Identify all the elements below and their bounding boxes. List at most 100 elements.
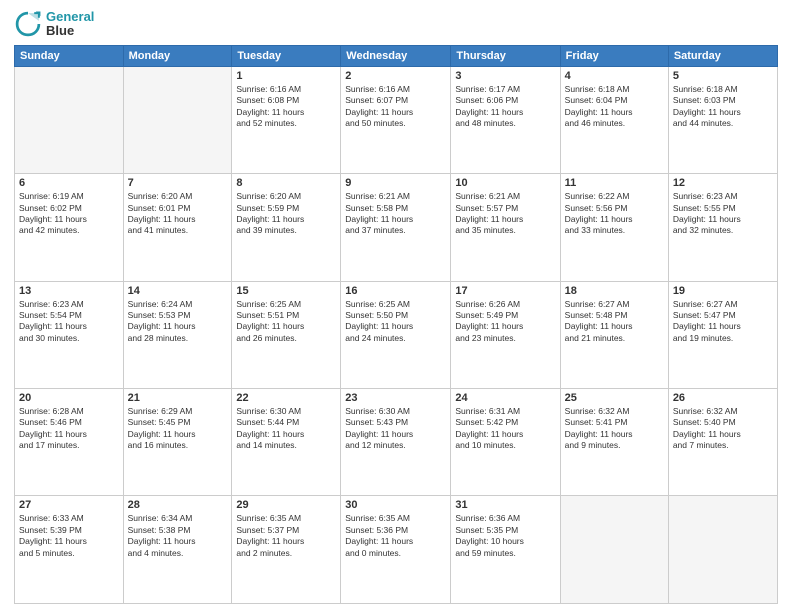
week-row-5: 27 Sunrise: 6:33 AM Sunset: 5:39 PM Dayli… — [15, 496, 778, 604]
day-number: 28 — [128, 499, 228, 511]
calendar-cell: 27 Sunrise: 6:33 AM Sunset: 5:39 PM Dayli… — [15, 496, 124, 604]
day-info: Sunrise: 6:25 AM Sunset: 5:51 PM Dayligh… — [236, 299, 336, 345]
calendar-cell — [668, 496, 777, 604]
calendar-cell: 16Sunrise: 6:25 AM Sunset: 5:50 PM Dayli… — [341, 281, 451, 388]
week-row-4: 20 Sunrise: 6:28 AM Sunset: 5:46 PM Dayli… — [15, 389, 778, 496]
calendar-cell: 5 Sunrise: 6:18 AM Sunset: 6:03 PM Daylig… — [668, 66, 777, 173]
day-number: 10 — [455, 177, 555, 189]
day-info: Sunrise: 6:17 AM Sunset: 6:06 PM Dayligh… — [455, 84, 555, 130]
day-info: Sunrise: 6:29 AM Sunset: 5:45 PM Dayligh… — [128, 406, 228, 452]
day-info: Sunrise: 6:20 AM Sunset: 6:01 PM Dayligh… — [128, 191, 228, 237]
day-number: 20 — [19, 392, 119, 404]
calendar-cell: 12 Sunrise: 6:23 AM Sunset: 5:55 PM Dayli… — [668, 174, 777, 281]
day-number: 4 — [565, 70, 664, 82]
calendar-cell: 25 Sunrise: 6:32 AM Sunset: 5:41 PM Dayli… — [560, 389, 668, 496]
day-number: 17 — [455, 285, 555, 297]
weekday-header-row: SundayMondayTuesdayWednesdayThursdayFrid… — [15, 45, 778, 66]
day-info: Sunrise: 6:22 AM Sunset: 5:56 PM Dayligh… — [565, 191, 664, 237]
day-number: 14 — [128, 285, 228, 297]
calendar-cell: 23 Sunrise: 6:30 AM Sunset: 5:43 PM Dayli… — [341, 389, 451, 496]
day-info: Sunrise: 6:18 AM Sunset: 6:03 PM Dayligh… — [673, 84, 773, 130]
day-info: Sunrise: 6:23 AM Sunset: 5:55 PM Dayligh… — [673, 191, 773, 237]
calendar-cell: 1 Sunrise: 6:16 AM Sunset: 6:08 PM Daylig… — [232, 66, 341, 173]
weekday-header-saturday: Saturday — [668, 45, 777, 66]
day-info: Sunrise: 6:30 AM Sunset: 5:43 PM Dayligh… — [345, 406, 446, 452]
weekday-header-thursday: Thursday — [451, 45, 560, 66]
calendar-cell: 22 Sunrise: 6:30 AM Sunset: 5:44 PM Dayli… — [232, 389, 341, 496]
day-number: 3 — [455, 70, 555, 82]
day-number: 12 — [673, 177, 773, 189]
day-info: Sunrise: 6:32 AM Sunset: 5:40 PM Dayligh… — [673, 406, 773, 452]
week-row-2: 6Sunrise: 6:19 AM Sunset: 6:02 PM Daylig… — [15, 174, 778, 281]
calendar-cell: 26 Sunrise: 6:32 AM Sunset: 5:40 PM Dayli… — [668, 389, 777, 496]
calendar-cell — [15, 66, 124, 173]
calendar-cell: 3 Sunrise: 6:17 AM Sunset: 6:06 PM Daylig… — [451, 66, 560, 173]
day-info: Sunrise: 6:36 AM Sunset: 5:35 PM Dayligh… — [455, 513, 555, 559]
day-info: Sunrise: 6:19 AM Sunset: 6:02 PM Dayligh… — [19, 191, 119, 237]
day-number: 19 — [673, 285, 773, 297]
calendar-cell: 14 Sunrise: 6:24 AM Sunset: 5:53 PM Dayli… — [123, 281, 232, 388]
page: General Blue SundayMondayTuesdayWednesda… — [0, 0, 792, 612]
week-row-3: 13 Sunrise: 6:23 AM Sunset: 5:54 PM Dayli… — [15, 281, 778, 388]
day-number: 27 — [19, 499, 119, 511]
day-info: Sunrise: 6:32 AM Sunset: 5:41 PM Dayligh… — [565, 406, 664, 452]
day-info: Sunrise: 6:21 AM Sunset: 5:58 PM Dayligh… — [345, 191, 446, 237]
day-info: Sunrise: 6:28 AM Sunset: 5:46 PM Dayligh… — [19, 406, 119, 452]
calendar-cell: 10 Sunrise: 6:21 AM Sunset: 5:57 PM Dayli… — [451, 174, 560, 281]
calendar-cell: 9 Sunrise: 6:21 AM Sunset: 5:58 PM Daylig… — [341, 174, 451, 281]
weekday-header-tuesday: Tuesday — [232, 45, 341, 66]
day-number: 11 — [565, 177, 664, 189]
calendar-cell: 20 Sunrise: 6:28 AM Sunset: 5:46 PM Dayli… — [15, 389, 124, 496]
calendar-cell: 15 Sunrise: 6:25 AM Sunset: 5:51 PM Dayli… — [232, 281, 341, 388]
calendar-cell: 11 Sunrise: 6:22 AM Sunset: 5:56 PM Dayli… — [560, 174, 668, 281]
logo-text: General Blue — [46, 10, 94, 39]
day-number: 26 — [673, 392, 773, 404]
calendar-cell — [123, 66, 232, 173]
day-number: 5 — [673, 70, 773, 82]
day-number: 2 — [345, 70, 446, 82]
calendar-cell: 28Sunrise: 6:34 AM Sunset: 5:38 PM Dayli… — [123, 496, 232, 604]
day-number: 30 — [345, 499, 446, 511]
day-info: Sunrise: 6:16 AM Sunset: 6:08 PM Dayligh… — [236, 84, 336, 130]
day-info: Sunrise: 6:24 AM Sunset: 5:53 PM Dayligh… — [128, 299, 228, 345]
day-info: Sunrise: 6:21 AM Sunset: 5:57 PM Dayligh… — [455, 191, 555, 237]
day-number: 29 — [236, 499, 336, 511]
calendar-cell: 8 Sunrise: 6:20 AM Sunset: 5:59 PM Daylig… — [232, 174, 341, 281]
weekday-header-monday: Monday — [123, 45, 232, 66]
day-info: Sunrise: 6:27 AM Sunset: 5:48 PM Dayligh… — [565, 299, 664, 345]
day-info: Sunrise: 6:18 AM Sunset: 6:04 PM Dayligh… — [565, 84, 664, 130]
header: General Blue — [14, 10, 778, 39]
day-info: Sunrise: 6:33 AM Sunset: 5:39 PM Dayligh… — [19, 513, 119, 559]
weekday-header-sunday: Sunday — [15, 45, 124, 66]
day-info: Sunrise: 6:31 AM Sunset: 5:42 PM Dayligh… — [455, 406, 555, 452]
calendar-cell: 7 Sunrise: 6:20 AM Sunset: 6:01 PM Daylig… — [123, 174, 232, 281]
day-info: Sunrise: 6:23 AM Sunset: 5:54 PM Dayligh… — [19, 299, 119, 345]
calendar-table: SundayMondayTuesdayWednesdayThursdayFrid… — [14, 45, 778, 604]
week-row-1: 1 Sunrise: 6:16 AM Sunset: 6:08 PM Daylig… — [15, 66, 778, 173]
day-number: 1 — [236, 70, 336, 82]
day-number: 15 — [236, 285, 336, 297]
weekday-header-friday: Friday — [560, 45, 668, 66]
calendar-cell: 30Sunrise: 6:35 AM Sunset: 5:36 PM Dayli… — [341, 496, 451, 604]
day-number: 31 — [455, 499, 555, 511]
calendar-cell: 24 Sunrise: 6:31 AM Sunset: 5:42 PM Dayli… — [451, 389, 560, 496]
day-number: 24 — [455, 392, 555, 404]
day-number: 22 — [236, 392, 336, 404]
day-info: Sunrise: 6:20 AM Sunset: 5:59 PM Dayligh… — [236, 191, 336, 237]
calendar-cell — [560, 496, 668, 604]
logo: General Blue — [14, 10, 94, 39]
day-number: 9 — [345, 177, 446, 189]
calendar-cell: 13 Sunrise: 6:23 AM Sunset: 5:54 PM Dayli… — [15, 281, 124, 388]
day-number: 25 — [565, 392, 664, 404]
day-info: Sunrise: 6:35 AM Sunset: 5:37 PM Dayligh… — [236, 513, 336, 559]
day-number: 13 — [19, 285, 119, 297]
day-number: 7 — [128, 177, 228, 189]
weekday-header-wednesday: Wednesday — [341, 45, 451, 66]
calendar-cell: 18Sunrise: 6:27 AM Sunset: 5:48 PM Dayli… — [560, 281, 668, 388]
day-info: Sunrise: 6:30 AM Sunset: 5:44 PM Dayligh… — [236, 406, 336, 452]
day-info: Sunrise: 6:25 AM Sunset: 5:50 PM Dayligh… — [345, 299, 446, 345]
calendar-cell: 6Sunrise: 6:19 AM Sunset: 6:02 PM Daylig… — [15, 174, 124, 281]
day-number: 23 — [345, 392, 446, 404]
day-number: 8 — [236, 177, 336, 189]
calendar-cell: 4 Sunrise: 6:18 AM Sunset: 6:04 PM Daylig… — [560, 66, 668, 173]
